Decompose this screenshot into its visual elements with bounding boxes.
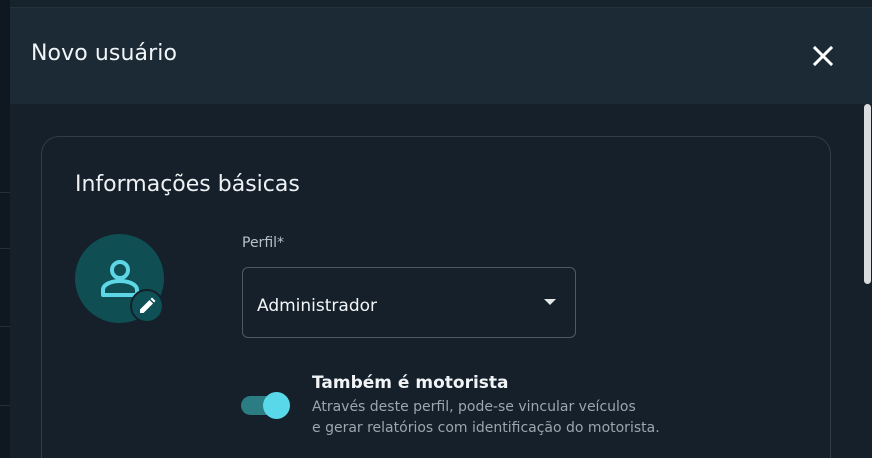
close-button[interactable] bbox=[808, 41, 838, 71]
dialog-header: Novo usuário bbox=[10, 8, 872, 104]
pencil-icon bbox=[140, 297, 156, 313]
close-icon bbox=[812, 45, 834, 67]
driver-toggle[interactable] bbox=[241, 390, 291, 419]
dialog-title: Novo usuário bbox=[31, 41, 178, 66]
profile-label: Perfil* bbox=[242, 235, 285, 251]
new-user-dialog: Novo usuário Informações básicas Perfil*… bbox=[10, 8, 872, 458]
profile-select[interactable]: Administrador bbox=[242, 267, 576, 338]
driver-toggle-title: Também é motorista bbox=[312, 373, 509, 393]
caret-down-icon bbox=[544, 299, 556, 305]
background-divider bbox=[0, 248, 10, 249]
basic-info-card: Informações básicas Perfil* Administrado… bbox=[41, 136, 831, 458]
scrollbar[interactable] bbox=[862, 104, 872, 458]
toggle-knob bbox=[263, 392, 290, 419]
section-title: Informações básicas bbox=[75, 172, 300, 197]
background-divider bbox=[0, 192, 10, 193]
profile-select-value: Administrador bbox=[257, 296, 378, 316]
driver-toggle-description: Através deste perfil, pode-se vincular v… bbox=[312, 397, 772, 439]
background-divider bbox=[0, 326, 10, 327]
scrollbar-thumb[interactable] bbox=[864, 104, 871, 284]
description-line: e gerar relatórios com identificação do … bbox=[312, 420, 660, 436]
background-left-panel bbox=[0, 0, 10, 458]
description-line: Através deste perfil, pode-se vincular v… bbox=[312, 399, 636, 415]
avatar-edit-button[interactable] bbox=[130, 289, 164, 323]
background-divider bbox=[0, 405, 10, 406]
background-top-bar bbox=[0, 0, 872, 8]
